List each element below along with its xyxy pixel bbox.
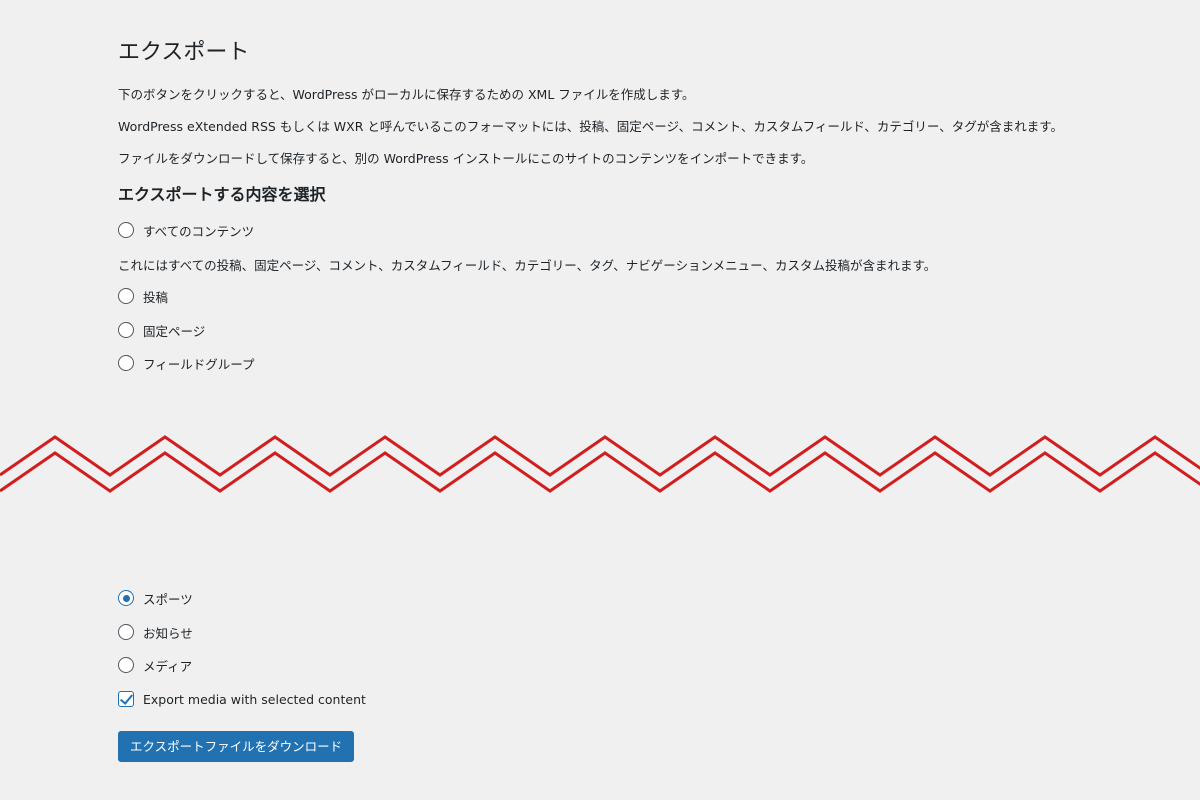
export-section-heading: エクスポートする内容を選択 — [118, 185, 326, 204]
download-export-file-button[interactable]: エクスポートファイルをダウンロード — [118, 731, 355, 762]
radio-field-groups-label: フィールドグループ — [143, 356, 255, 372]
radio-media[interactable]: メディア — [118, 656, 192, 674]
page-title: エクスポート — [118, 40, 250, 65]
radio-pages-control[interactable] — [118, 322, 134, 338]
radio-sports-label: スポーツ — [143, 591, 193, 607]
export-description-1: 下のボタンをクリックすると、WordPress がローカルに保存するための XM… — [118, 87, 695, 102]
radio-field-groups[interactable]: フィールドグループ — [118, 354, 255, 372]
radio-field-groups-control[interactable] — [118, 355, 134, 371]
radio-sports[interactable]: スポーツ — [118, 589, 193, 607]
checkmark-icon — [119, 691, 134, 705]
radio-news-label: お知らせ — [143, 625, 193, 641]
radio-news-control[interactable] — [118, 624, 134, 640]
export-media-checkbox-row[interactable]: Export media with selected content — [118, 690, 366, 708]
radio-all-content-label: すべてのコンテンツ — [143, 223, 255, 239]
export-description-2: WordPress eXtended RSS もしくは WXR と呼んでいるこの… — [118, 119, 1064, 134]
radio-all-content-control[interactable] — [118, 222, 134, 238]
zigzag-divider — [0, 435, 1200, 493]
radio-posts-control[interactable] — [118, 288, 134, 304]
radio-news[interactable]: お知らせ — [118, 623, 193, 641]
radio-all-content[interactable]: すべてのコンテンツ — [118, 221, 254, 239]
export-description-3: ファイルをダウンロードして保存すると、別の WordPress インストールにこ… — [118, 151, 814, 166]
radio-media-control[interactable] — [118, 657, 134, 673]
radio-pages-label: 固定ページ — [143, 323, 206, 339]
radio-posts[interactable]: 投稿 — [118, 287, 168, 305]
radio-posts-label: 投稿 — [143, 289, 169, 305]
export-media-checkbox[interactable] — [118, 691, 134, 707]
radio-media-label: メディア — [143, 658, 193, 674]
all-content-description: これにはすべての投稿、固定ページ、コメント、カスタムフィールド、カテゴリー、タグ… — [118, 258, 937, 273]
radio-pages[interactable]: 固定ページ — [118, 321, 205, 339]
export-media-label: Export media with selected content — [143, 691, 366, 707]
zigzag-line-bottom — [0, 451, 1200, 493]
radio-sports-control[interactable] — [118, 590, 134, 606]
